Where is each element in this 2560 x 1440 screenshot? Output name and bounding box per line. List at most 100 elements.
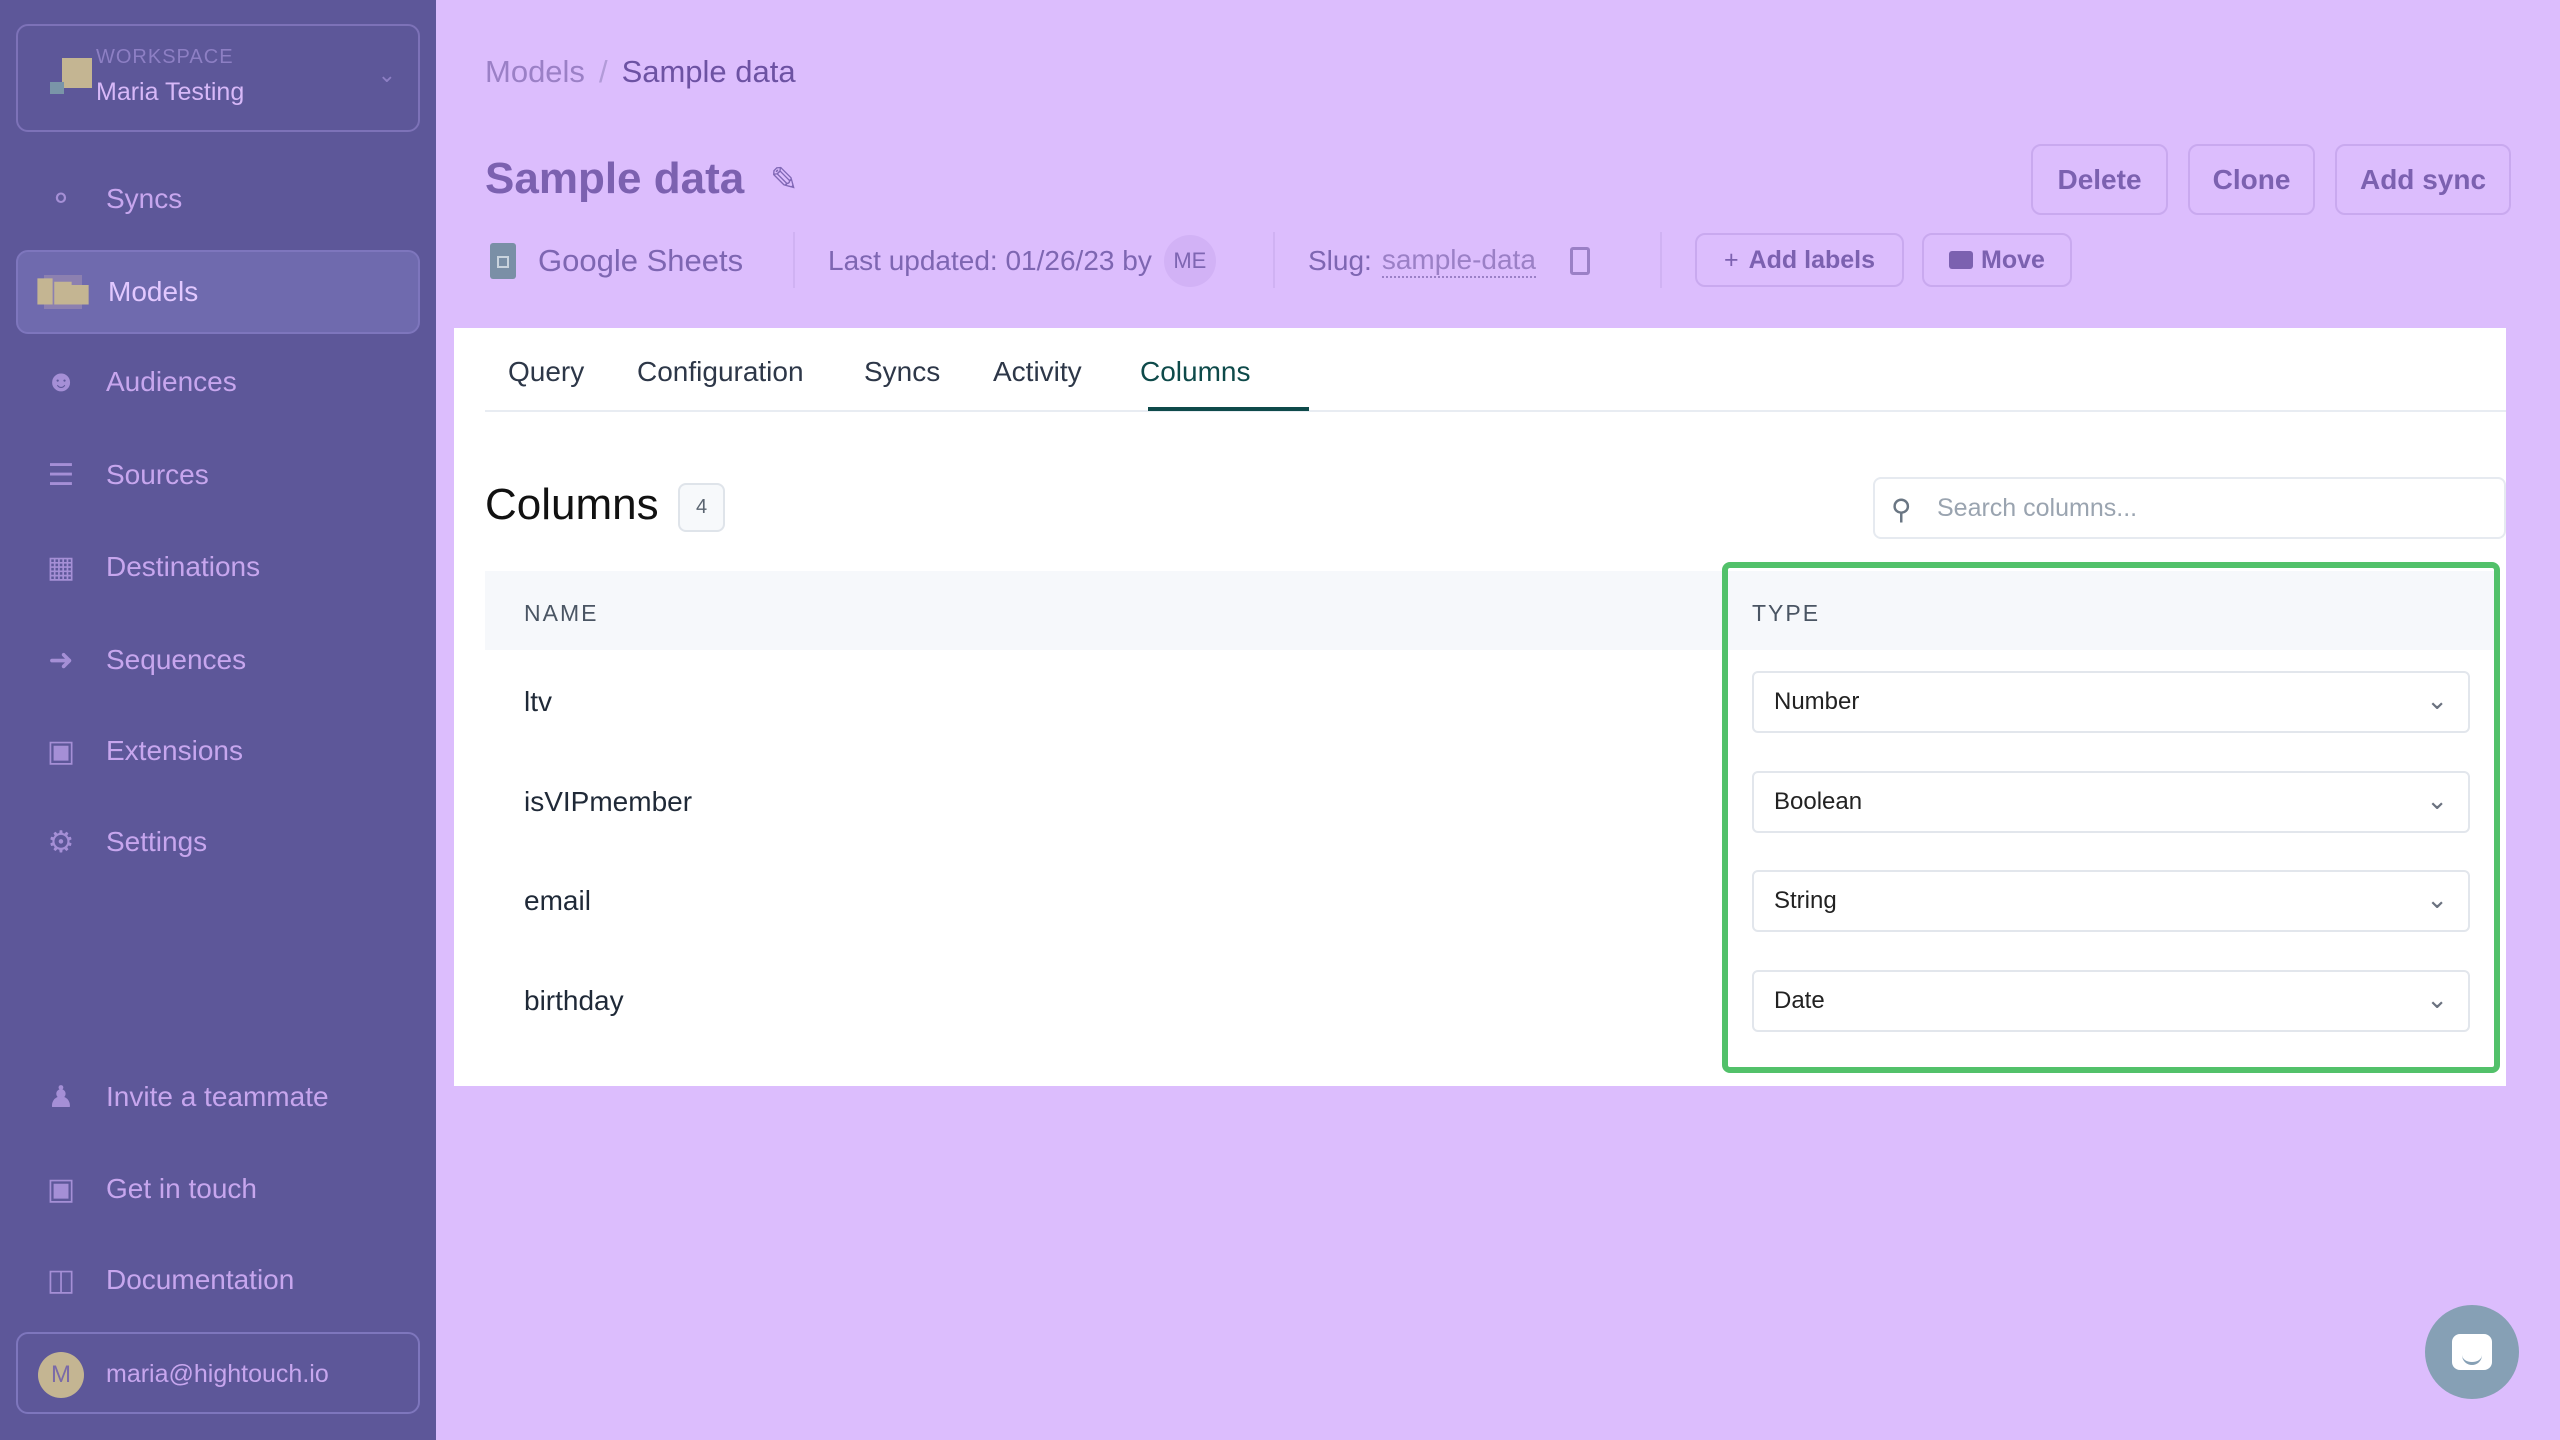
workspace-logo [50, 58, 96, 98]
tab-configuration[interactable]: Configuration [637, 356, 804, 388]
audiences-icon: ☻ [45, 365, 77, 398]
chat-widget-button[interactable] [2425, 1305, 2519, 1399]
slug-value: sample-data [1381, 244, 1536, 278]
sidebar-item-label: Audiences [106, 366, 237, 397]
plus-icon: + [1723, 245, 1739, 274]
syncs-icon: ⚬ [48, 182, 74, 216]
gear-icon: ⚙ [47, 825, 75, 859]
sidebar-item-label: Sources [106, 459, 209, 490]
add-user-icon: ♟ [47, 1080, 75, 1114]
workspace-name: Maria Testing [96, 78, 245, 106]
workspace-label: WORKSPACE [96, 46, 234, 68]
user-email: maria@hightouch.io [106, 1360, 329, 1388]
move-button[interactable]: Move [1922, 233, 2072, 287]
database-icon: ☰ [47, 458, 75, 492]
sidebar: WORKSPACE Maria Testing ⌄ ⚬ Syncs ▉▇▆ Mode… [0, 0, 436, 1440]
pencil-icon[interactable]: ✎ [770, 160, 799, 200]
type-value: Date [1774, 987, 1825, 1014]
chat-icon: ▣ [46, 1172, 76, 1206]
tab-columns[interactable]: Columns [1140, 356, 1250, 388]
tab-bar: Query Configuration Syncs Activity Colum… [485, 328, 2506, 412]
type-value: Number [1774, 688, 1860, 715]
get-in-touch-link[interactable]: ▣ Get in touch [16, 1147, 420, 1231]
sidebar-item-label: Extensions [106, 735, 243, 766]
avatar: M [38, 1352, 84, 1398]
sidebar-item-audiences[interactable]: ☻ Audiences [16, 340, 420, 424]
column-name: birthday [524, 985, 624, 1016]
book-icon: ◫ [46, 1263, 76, 1297]
columns-heading: Columns [485, 480, 659, 529]
chevron-down-icon: ⌄ [2426, 685, 2448, 715]
search-input[interactable] [1937, 489, 2477, 527]
column-header-type: TYPE [1752, 600, 1821, 626]
source-info: Google Sheets [490, 236, 743, 286]
documentation-link[interactable]: ◫ Documentation [16, 1238, 420, 1322]
copy-icon[interactable] [1569, 247, 1590, 275]
column-header-name: NAME [524, 600, 599, 626]
briefcase-icon: ▣ [46, 734, 76, 768]
sidebar-item-extensions[interactable]: ▣ Extensions [16, 709, 420, 793]
breadcrumb-current: Sample data [621, 54, 796, 89]
chat-icon [2452, 1334, 2492, 1370]
column-name: email [524, 885, 591, 916]
google-sheets-icon [490, 243, 516, 279]
table-header: NAME TYPE [485, 571, 2498, 650]
sidebar-item-label: Invite a teammate [106, 1081, 329, 1112]
type-select[interactable]: String ⌄ [1752, 870, 2470, 932]
divider [793, 232, 795, 288]
sidebar-item-label: Get in touch [106, 1173, 257, 1204]
tab-syncs[interactable]: Syncs [864, 356, 940, 388]
sidebar-item-models[interactable]: ▉▇▆ Models [16, 250, 420, 334]
sidebar-item-label: Settings [106, 826, 208, 857]
sidebar-item-settings[interactable]: ⚙ Settings [16, 800, 420, 884]
folder-icon [1949, 251, 1974, 269]
add-labels-button[interactable]: + Add labels [1695, 233, 1904, 287]
sidebar-item-syncs[interactable]: ⚬ Syncs [16, 157, 420, 241]
workspace-switcher[interactable]: WORKSPACE Maria Testing ⌄ [16, 24, 420, 132]
type-select[interactable]: Boolean ⌄ [1752, 771, 2470, 833]
chevron-down-icon: ⌄ [2426, 984, 2448, 1014]
sidebar-item-label: Destinations [106, 551, 261, 582]
slug-info: Slug: sample-data [1308, 236, 1590, 286]
sidebar-item-sources[interactable]: ☰ Sources [16, 433, 420, 517]
updated-by-avatar: ME [1163, 235, 1216, 287]
invite-teammate-link[interactable]: ♟ Invite a teammate [16, 1055, 420, 1139]
breadcrumb-models-link[interactable]: Models [485, 54, 585, 89]
search-icon: ⚲ [1891, 494, 1912, 525]
sidebar-item-sequences[interactable]: ➜ Sequences [16, 618, 420, 702]
column-name: isVIPmember [524, 786, 693, 817]
column-name: ltv [524, 686, 552, 717]
arrow-icon: ➜ [48, 643, 74, 677]
last-updated: Last updated: 01/26/23 by ME [828, 235, 1216, 287]
search-columns[interactable]: ⚲ [1873, 477, 2506, 539]
slug-label: Slug: [1308, 245, 1372, 276]
type-value: Boolean [1774, 788, 1863, 815]
breadcrumb-separator: / [598, 54, 608, 89]
divider [1273, 232, 1275, 288]
tab-query[interactable]: Query [508, 356, 584, 388]
chevron-down-icon: ⌄ [377, 62, 396, 87]
type-select[interactable]: Number ⌄ [1752, 671, 2470, 733]
columns-count-badge: 4 [678, 483, 725, 532]
models-icon: ▉▇▆ [38, 275, 88, 309]
page-title: Sample data [485, 154, 745, 203]
source-name: Google Sheets [538, 243, 744, 278]
sidebar-item-label: Models [108, 276, 199, 307]
chevron-down-icon: ⌄ [2426, 785, 2448, 815]
type-value: String [1774, 887, 1837, 914]
add-labels-label: Add labels [1748, 245, 1876, 274]
type-select[interactable]: Date ⌄ [1752, 970, 2470, 1032]
sidebar-item-destinations[interactable]: ▦ Destinations [16, 525, 420, 609]
user-menu[interactable]: M maria@hightouch.io [16, 1332, 420, 1414]
divider [1660, 232, 1662, 288]
active-tab-indicator [1148, 407, 1309, 411]
sidebar-item-label: Documentation [106, 1264, 295, 1295]
clone-button[interactable]: Clone [2188, 144, 2315, 215]
last-updated-text: Last updated: 01/26/23 by [828, 245, 1152, 276]
sidebar-item-label: Syncs [106, 183, 183, 214]
tab-activity[interactable]: Activity [993, 356, 1082, 388]
grid-icon: ▦ [46, 550, 76, 584]
add-sync-button[interactable]: Add sync [2335, 144, 2511, 215]
delete-button[interactable]: Delete [2031, 144, 2168, 215]
move-label: Move [1981, 245, 2045, 274]
